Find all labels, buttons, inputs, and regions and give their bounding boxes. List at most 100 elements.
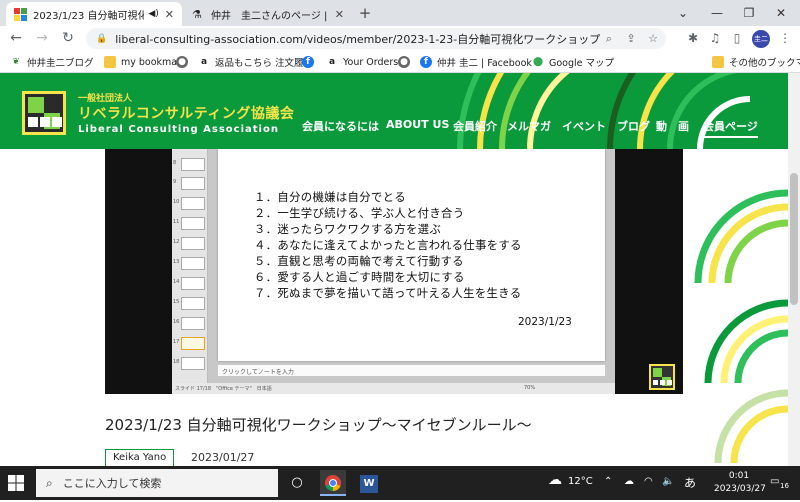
chrome-icon [325,475,341,492]
amazon-icon: a [328,57,336,67]
slide-thumb[interactable] [181,297,205,310]
bookmark-label: 返品もこちら 注文履歴 [215,58,314,69]
nav-members[interactable]: 会員紹介 [453,118,497,134]
zoom-level[interactable]: 70% [524,385,535,391]
wifi-icon[interactable]: ◠ [644,476,653,487]
nav-newsletter[interactable]: メルマガ [507,118,551,134]
folder-icon [104,56,116,68]
zoom-icon[interactable]: ⌕ [600,32,618,46]
brand-name[interactable]: リベラルコンサルティング協議会 [78,103,294,123]
brand-name-en: Liberal Consulting Association [78,124,279,135]
share-icon[interactable]: ⇪ [622,32,640,45]
slide-thumb[interactable] [181,177,205,190]
nav-blog[interactable]: ブログ [617,118,650,134]
globe-icon: ● [398,56,410,68]
slide-thumb[interactable] [181,357,205,370]
notes-field[interactable]: クリックしてノートを入力 [218,364,605,376]
lca-logo[interactable] [22,91,66,135]
volume-icon[interactable]: 🔈 [662,476,674,487]
tab-active[interactable]: 2023/1/23 自分軸可視化ワ ◀) ✕ [6,2,182,26]
nav-events[interactable]: イベント [562,118,606,134]
bookmark-label: Google マップ [549,58,615,69]
extensions-icon[interactable]: ✱ [684,29,702,48]
slide-thumb[interactable] [181,257,205,270]
profile-avatar[interactable]: 圭二 [752,30,770,48]
bookmark-google-maps[interactable]: ⬤ Google マップ [532,54,614,70]
tab-inactive[interactable]: ⚗ 仲井 圭二さんのページ | フラスコ ✕ [184,2,352,26]
close-window-icon[interactable]: ✕ [766,3,796,23]
word-icon: W [360,475,378,493]
taskbar-search[interactable]: ⌕ ここに入力して検索 [36,469,278,497]
restore-icon[interactable]: ❐ [734,3,764,23]
close-tab-icon[interactable]: ✕ [165,8,174,21]
side-panel-icon[interactable]: ▯ [728,29,746,48]
thumb-number: 12 [173,239,180,245]
bookmark-folder[interactable]: my bookmark [104,54,187,70]
back-icon[interactable]: ← [6,29,26,48]
minimize-icon[interactable]: — [702,3,732,23]
clock-time: 0:01 [728,471,750,481]
tab-search-icon[interactable]: ⌄ [668,3,698,23]
ime-indicator[interactable]: あ [684,474,696,491]
media-icon[interactable]: ♫ [706,29,724,48]
nav-member-page[interactable]: 会員ページ [703,118,758,138]
weather-temp[interactable]: 12°C [568,476,593,487]
thumb-number: 10 [173,199,180,205]
chrome-taskbar-icon[interactable] [320,470,346,496]
tray-expand-icon[interactable]: ⌃ [604,476,612,487]
menu-icon[interactable]: ⋮ [776,29,794,48]
amazon-icon: a [200,57,208,67]
scrollbar-thumb[interactable] [790,173,798,305]
browser-toolbar: ← → ↻ 🔒 liberal-consulting-association.c… [0,26,800,51]
reload-icon[interactable]: ↻ [58,29,78,48]
nav-about[interactable]: ABOUT US [386,118,449,131]
tab-strip: 2023/1/23 自分軸可視化ワ ◀) ✕ ⚗ 仲井 圭二さんのページ | フ… [0,0,800,26]
facebook-icon: f [302,56,314,68]
forward-icon[interactable]: → [32,29,52,48]
close-tab-icon[interactable]: ✕ [335,8,344,21]
author-tag[interactable]: Keika Yano [105,449,175,466]
new-tab-button[interactable]: + [355,4,375,22]
slide-thumb[interactable] [181,158,205,171]
folder-icon [712,56,724,68]
slide-thumb[interactable] [181,237,205,250]
page-scrollbar[interactable] [788,73,800,466]
slide-thumb[interactable] [181,217,205,230]
word-taskbar-icon[interactable]: W [356,470,382,496]
leaf-icon: ❦ [12,57,20,67]
bookmark-globe[interactable]: ● [176,54,193,70]
address-bar[interactable]: 🔒 liberal-consulting-association.com/vid… [86,28,666,49]
task-view-icon[interactable]: ○ [284,470,310,496]
slide-thumb[interactable] [181,277,205,290]
bookmark-orders[interactable]: a Your Orders [326,54,398,70]
bookmark-globe-2[interactable]: ● [398,54,415,70]
search-icon: ⌕ [46,475,53,490]
bookmark-other[interactable]: その他のブックマーク [712,54,800,70]
slide-thumb[interactable] [181,197,205,210]
flask-favicon-icon: ⚗ [192,7,202,21]
tab-title: 2023/1/23 自分軸可視化ワ [33,10,145,22]
slide-thumb-selected[interactable] [181,337,205,350]
clock[interactable]: 0:01 2023/03/27 [714,470,766,496]
bookmark-label: Your Orders [343,56,399,68]
bookmark-blog[interactable]: ❦ 仲井圭二ブログ [10,54,93,70]
lock-icon[interactable]: 🔒 [96,34,107,44]
bookmark-facebook-profile[interactable]: f 仲井 圭二 | Facebook [420,54,532,70]
windows-start-icon[interactable] [8,475,24,491]
presentation-screen: 8 9 10 11 12 13 14 15 16 17 18 １．自分の機嫌は自… [172,149,615,394]
network-icon[interactable]: ☁ [624,476,634,487]
slide-thumb[interactable] [181,317,205,330]
weather-icon[interactable]: ☁ [548,472,562,488]
bookmark-facebook[interactable]: f [302,54,319,70]
nav-membership[interactable]: 会員になるには [302,118,379,134]
bookmark-star-icon[interactable]: ☆ [644,32,662,45]
speaker-icon[interactable]: ◀) [148,9,158,19]
thumb-number: 8 [173,160,177,166]
notification-icon[interactable]: ▭ [770,476,779,487]
url-text[interactable]: liberal-consulting-association.com/video… [115,31,600,47]
lca-mini-logo [649,364,675,390]
rule-5: ５．直観と思考の両輪で考えて行動する [254,254,464,268]
video-player[interactable]: 8 9 10 11 12 13 14 15 16 17 18 １．自分の機嫌は自… [105,149,683,394]
nav-videos[interactable]: 動 画 [656,118,689,134]
bookmark-amazon-history[interactable]: a 返品もこちら 注文履歴 [198,54,313,70]
